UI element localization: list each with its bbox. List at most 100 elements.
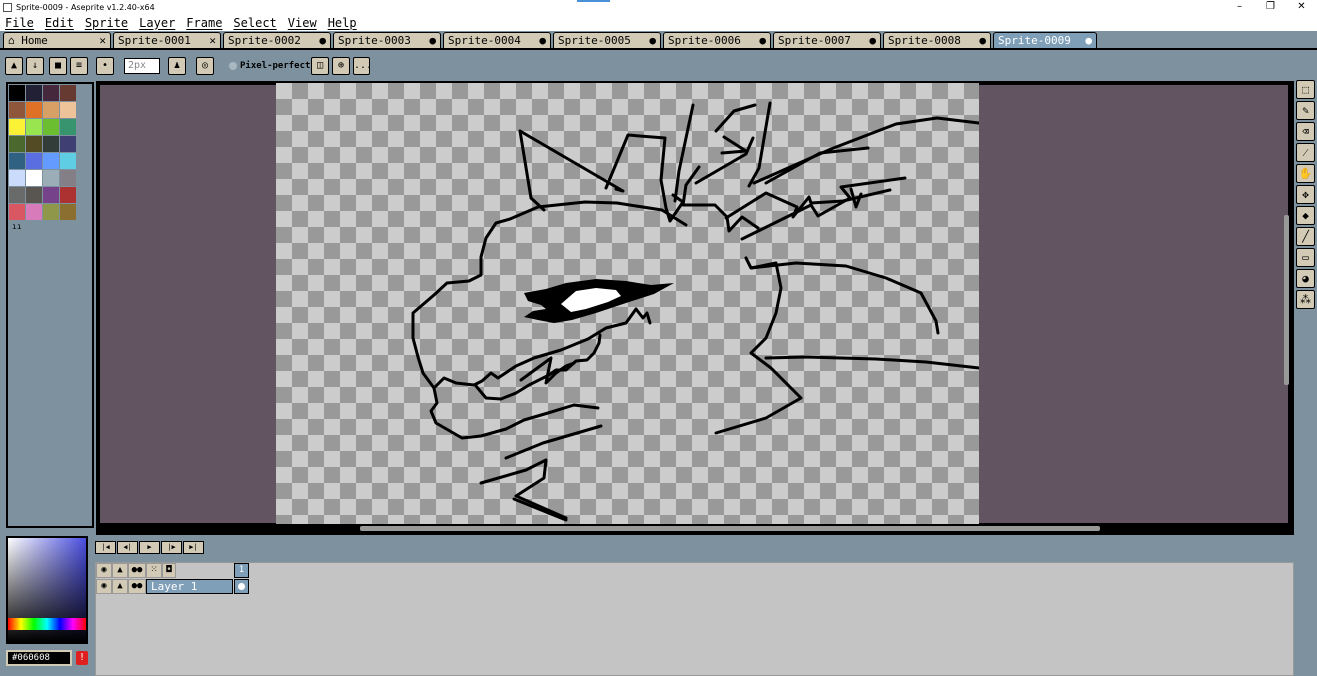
modified-dot-icon[interactable]: ● xyxy=(1085,33,1092,48)
tab-close-icon[interactable]: ✕ xyxy=(99,33,106,48)
lock-icon[interactable]: ▲ xyxy=(5,57,23,75)
palette-swatch[interactable] xyxy=(43,153,59,169)
rectangle-tool-icon[interactable]: ▭ xyxy=(1296,248,1315,267)
modified-dot-icon[interactable]: ● xyxy=(319,33,326,48)
layer-lock-icon[interactable]: ▲ xyxy=(112,579,128,594)
layer-1-row[interactable]: Layer 1 xyxy=(146,579,233,594)
hue-slider[interactable] xyxy=(8,618,86,630)
palette-swatch[interactable] xyxy=(43,85,59,101)
menu-select[interactable]: Select xyxy=(233,16,276,30)
warning-icon[interactable]: ! xyxy=(76,651,88,665)
paint-bucket-tool-icon[interactable]: ◆ xyxy=(1296,206,1315,225)
visibility-header-icon[interactable]: ◉ xyxy=(96,563,112,578)
arrow-down-icon[interactable]: ↓ xyxy=(26,57,44,75)
palette-swatch[interactable] xyxy=(60,204,76,220)
palette-swatch[interactable] xyxy=(26,204,42,220)
palette-swatch[interactable] xyxy=(26,153,42,169)
tab-sprite-0002[interactable]: Sprite-0002 ● xyxy=(223,32,331,48)
tab-sprite-0006[interactable]: Sprite-0006 ● xyxy=(663,32,771,48)
brush-type-dot-icon[interactable]: • xyxy=(96,57,114,75)
modified-dot-icon[interactable]: ● xyxy=(429,33,436,48)
color-spectrum[interactable] xyxy=(6,536,88,644)
opacity-icon[interactable]: ◎ xyxy=(196,57,214,75)
previous-frame-icon[interactable]: ◀| xyxy=(117,541,138,554)
palette-swatch[interactable] xyxy=(60,102,76,118)
last-frame-icon[interactable]: ▶| xyxy=(183,541,204,554)
eraser-tool-icon[interactable]: ⌫ xyxy=(1296,122,1315,141)
tab-sprite-0004[interactable]: Sprite-0004 ● xyxy=(443,32,551,48)
menu-sprite[interactable]: Sprite xyxy=(85,16,128,30)
tab-sprite-0001[interactable]: Sprite-0001 ✕ xyxy=(113,32,221,48)
menu-help[interactable]: Help xyxy=(328,16,357,30)
palette-swatch[interactable] xyxy=(43,170,59,186)
pixel-perfect-checkbox[interactable] xyxy=(229,62,237,70)
blur-tool-icon[interactable]: ◕ xyxy=(1296,269,1315,288)
palette-swatch[interactable] xyxy=(9,187,25,203)
palette-swatch[interactable] xyxy=(9,204,25,220)
horizontal-scrollbar[interactable] xyxy=(360,526,1100,531)
palette-swatch[interactable] xyxy=(9,102,25,118)
layer-group-header-icon[interactable]: ⁙ xyxy=(146,563,162,578)
tab-sprite-0008[interactable]: Sprite-0008 ● xyxy=(883,32,991,48)
palette-swatch[interactable] xyxy=(43,102,59,118)
palette-swatch[interactable] xyxy=(26,187,42,203)
onion-skin-header-icon[interactable]: ◘ xyxy=(162,563,176,578)
palette-swatch[interactable] xyxy=(26,136,42,152)
menu-edit[interactable]: Edit xyxy=(45,16,74,30)
foreground-color-hex[interactable]: #060608 xyxy=(6,650,72,666)
palette-swatch[interactable] xyxy=(60,119,76,135)
modified-dot-icon[interactable]: ● xyxy=(869,33,876,48)
palette-swatch[interactable] xyxy=(60,170,76,186)
sprite-canvas[interactable] xyxy=(276,83,979,524)
marquee-tool-icon[interactable]: ⬚ xyxy=(1296,80,1315,99)
modified-dot-icon[interactable]: ● xyxy=(539,33,546,48)
spray-tool-icon[interactable]: ⁂ xyxy=(1296,290,1315,309)
palette-resize-icon[interactable]: ıı xyxy=(12,222,22,231)
palette-swatch[interactable] xyxy=(26,102,42,118)
palette-swatch[interactable] xyxy=(43,119,59,135)
line-tool-icon[interactable]: ╱ xyxy=(1296,227,1315,246)
tiled-mode-icon[interactable]: ⊕ xyxy=(332,57,350,75)
menu-lines-icon[interactable]: ≡ xyxy=(70,57,88,75)
eyedropper-tool-icon[interactable]: ⁄ xyxy=(1296,143,1315,162)
square-brush-icon[interactable]: ■ xyxy=(49,57,67,75)
palette-swatch[interactable] xyxy=(43,187,59,203)
tab-sprite-0003[interactable]: Sprite-0003 ● xyxy=(333,32,441,48)
palette-swatch[interactable] xyxy=(9,136,25,152)
lock-header-icon[interactable]: ▲ xyxy=(112,563,128,578)
layer-visibility-icon[interactable]: ◉ xyxy=(96,579,112,594)
hand-tool-icon[interactable]: ✋ xyxy=(1296,164,1315,183)
next-frame-icon[interactable]: |▶ xyxy=(161,541,182,554)
palette-swatch[interactable] xyxy=(60,187,76,203)
restore-button[interactable]: ❐ xyxy=(1255,0,1286,14)
move-tool-icon[interactable]: ✥ xyxy=(1296,185,1315,204)
tab-sprite-0005[interactable]: Sprite-0005 ● xyxy=(553,32,661,48)
palette-swatch[interactable] xyxy=(26,119,42,135)
tab-close-icon[interactable]: ✕ xyxy=(209,33,216,48)
cel-frame-1[interactable] xyxy=(234,579,249,594)
ink-icon[interactable]: ♟ xyxy=(168,57,186,75)
minimize-button[interactable]: – xyxy=(1224,0,1255,14)
modified-dot-icon[interactable]: ● xyxy=(649,33,656,48)
tab-sprite-0007[interactable]: Sprite-0007 ● xyxy=(773,32,881,48)
first-frame-icon[interactable]: |◀ xyxy=(95,541,116,554)
palette-swatch[interactable] xyxy=(60,136,76,152)
symmetry-icon[interactable]: ◫ xyxy=(311,57,329,75)
frame-number-header[interactable]: 1 xyxy=(234,563,249,578)
continuous-header-icon[interactable]: ●● xyxy=(128,563,146,578)
menu-layer[interactable]: Layer xyxy=(139,16,175,30)
palette-swatch[interactable] xyxy=(26,85,42,101)
modified-dot-icon[interactable]: ● xyxy=(759,33,766,48)
palette-swatch[interactable] xyxy=(43,136,59,152)
palette-swatch[interactable] xyxy=(9,170,25,186)
brush-size-input[interactable]: 2px xyxy=(124,58,160,74)
palette-swatch[interactable] xyxy=(43,204,59,220)
palette-swatch[interactable] xyxy=(9,153,25,169)
vertical-scrollbar[interactable] xyxy=(1284,215,1289,385)
tab-sprite-0009[interactable]: Sprite-0009 ● xyxy=(993,32,1097,48)
pencil-tool-icon[interactable]: ✎ xyxy=(1296,101,1315,120)
layer-continuous-icon[interactable]: ●● xyxy=(128,579,146,594)
palette-swatch[interactable] xyxy=(9,85,25,101)
menu-view[interactable]: View xyxy=(288,16,317,30)
menu-frame[interactable]: Frame xyxy=(186,16,222,30)
